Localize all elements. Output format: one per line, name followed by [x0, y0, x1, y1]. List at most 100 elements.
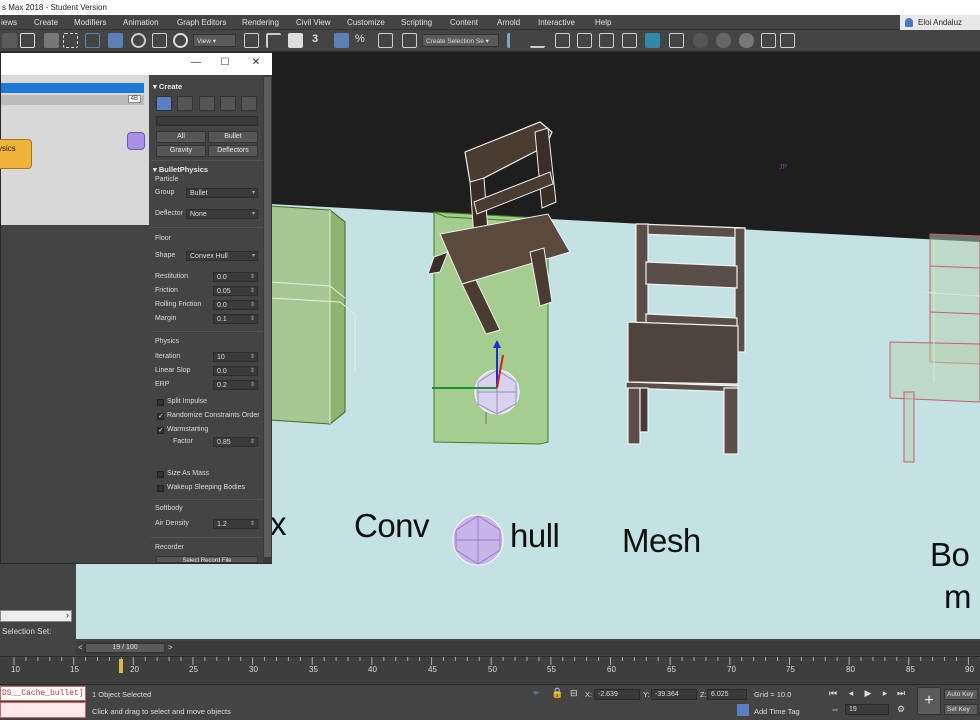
factor-spinner[interactable]: 0.85 ⇕ [213, 437, 258, 447]
placement-icon[interactable] [173, 33, 188, 48]
rotate-icon[interactable] [131, 33, 146, 48]
snap-3-icon[interactable]: 3 [312, 33, 327, 48]
bullet-button[interactable]: Bullet [208, 131, 258, 143]
z-coordinate-field[interactable]: 6.025 [707, 689, 747, 700]
user-account[interactable]: Eloi Andaluz [900, 15, 980, 30]
time-tag-icon[interactable] [737, 704, 749, 716]
select-object-icon[interactable] [20, 33, 35, 48]
add-time-tag[interactable]: Add Time Tag [754, 707, 800, 716]
erp-spinner[interactable]: 0.2 ⇕ [213, 380, 258, 390]
named-selection-dropdown[interactable]: Create Selection Se ▾ [422, 34, 499, 47]
select-manipulate-icon[interactable] [266, 33, 281, 48]
move-icon[interactable] [108, 33, 123, 48]
render-cloud-icon[interactable] [780, 33, 795, 48]
time-slider-thumb[interactable]: 19 / 100 [85, 643, 165, 653]
scene-explorer-collapse[interactable]: › [0, 610, 72, 622]
y-coordinate-field[interactable]: -39.364 [651, 689, 697, 700]
dialog-title-bar[interactable]: — ☐ ✕ [1, 53, 272, 75]
previous-frame-icon[interactable]: ◂ [845, 688, 857, 700]
maxscript-listener-output[interactable] [0, 702, 86, 718]
shape-dropdown[interactable]: Convex Hull ▾ [186, 251, 258, 261]
material-editor-icon[interactable] [669, 33, 684, 48]
go-to-end-icon[interactable]: ⏭ [895, 688, 907, 700]
render-iterative-icon[interactable] [761, 33, 776, 48]
menu-customize[interactable]: Customize [347, 18, 385, 27]
group-dropdown[interactable]: Bullet ▾ [186, 188, 258, 198]
undo-icon[interactable] [2, 33, 17, 48]
percent-snap-icon[interactable]: % [355, 33, 370, 48]
select-record-file-button[interactable]: Select Record File [156, 556, 258, 563]
scene-explorer-icon[interactable] [555, 33, 570, 48]
isolate-selection-icon[interactable]: ⌖ [533, 688, 539, 699]
physics-node[interactable]: ysics [0, 139, 32, 169]
play-icon[interactable]: ▶ [862, 688, 874, 700]
purple-node[interactable] [127, 132, 145, 150]
current-frame-field[interactable]: 19 [845, 704, 889, 715]
menu-create[interactable]: Create [34, 18, 58, 27]
linear-slop-spinner[interactable]: 0.0 ⇕ [213, 366, 258, 376]
key-mode-icon[interactable]: ⇔ [829, 704, 841, 716]
curve-editor-icon[interactable] [622, 33, 637, 48]
deflectors-button[interactable]: Deflectors [208, 145, 258, 157]
create-shapes-icon[interactable] [177, 96, 193, 111]
wakeup-checkbox[interactable] [157, 485, 164, 492]
split-impulse-checkbox[interactable] [157, 399, 164, 406]
rectangular-selection-icon[interactable] [63, 33, 78, 48]
menu-help[interactable]: Help [595, 18, 611, 27]
rendered-frame-icon[interactable] [716, 33, 731, 48]
menu-interactive[interactable]: Interactive [538, 18, 575, 27]
randomize-checkbox[interactable]: ✓ [157, 413, 164, 420]
menu-civil-view[interactable]: Civil View [296, 18, 331, 27]
selection-lock-icon[interactable]: 🔒 [551, 688, 563, 699]
menu-modifiers[interactable]: Modifiers [74, 18, 106, 27]
angle-snap-icon[interactable] [334, 33, 349, 48]
pivot-icon[interactable] [244, 33, 259, 48]
close-icon[interactable]: ✕ [251, 58, 261, 68]
scale-icon[interactable] [152, 33, 167, 48]
create-helpers-icon[interactable] [241, 96, 257, 111]
create-geometry-icon[interactable] [156, 96, 172, 111]
select-by-name-icon[interactable] [44, 33, 59, 48]
object-type-field[interactable] [156, 116, 258, 126]
margin-spinner[interactable]: 0.1 ⇕ [213, 314, 258, 324]
time-prev-button[interactable]: < [78, 643, 83, 652]
rolling-friction-spinner[interactable]: 0.0 ⇕ [213, 300, 258, 310]
air-density-spinner[interactable]: 1.2 ⇕ [213, 519, 258, 529]
menu-animation[interactable]: Animation [123, 18, 159, 27]
render-production-icon[interactable] [739, 33, 754, 48]
particle-view-canvas[interactable]: 4B ysics [0, 75, 149, 225]
schematic-view-icon[interactable] [645, 33, 660, 48]
edit-named-selection-icon[interactable] [402, 33, 417, 48]
menu-rendering[interactable]: Rendering [242, 18, 279, 27]
minimize-icon[interactable]: — [191, 58, 201, 68]
keyboard-shortcut-icon[interactable] [288, 33, 303, 48]
friction-spinner[interactable]: 0.05 ⇕ [213, 286, 258, 296]
set-key-button[interactable]: Set Key [944, 704, 978, 715]
create-rollout-header[interactable]: ▾ Create [153, 82, 263, 91]
layer-explorer-icon[interactable] [577, 33, 592, 48]
maximize-icon[interactable]: ☐ [220, 58, 230, 68]
next-frame-icon[interactable]: ▸ [879, 688, 891, 700]
menu-views[interactable]: iews [1, 18, 17, 27]
window-crossing-icon[interactable] [85, 33, 100, 48]
command-panel-scrollbar[interactable] [263, 75, 272, 563]
mirror-icon[interactable] [507, 33, 522, 48]
create-lights-icon[interactable] [199, 96, 215, 111]
create-cameras-icon[interactable] [220, 96, 236, 111]
warmstarting-checkbox[interactable]: ✓ [157, 427, 164, 434]
iteration-spinner[interactable]: 10 ⇕ [213, 352, 258, 362]
render-setup-icon[interactable] [693, 33, 708, 48]
restitution-spinner[interactable]: 0.0 ⇕ [213, 272, 258, 282]
menu-content[interactable]: Content [450, 18, 478, 27]
bulletphysics-rollout-header[interactable]: ▾ BulletPhysics [153, 165, 263, 174]
absolute-mode-icon[interactable]: ⊟ [570, 688, 578, 699]
size-as-mass-checkbox[interactable] [157, 471, 164, 478]
time-slider-track[interactable] [76, 641, 980, 655]
menu-graph-editors[interactable]: Graph Editors [177, 18, 226, 27]
deflector-dropdown[interactable]: None ▾ [186, 209, 258, 219]
x-coordinate-field[interactable]: -2.639 [594, 689, 640, 700]
scrollbar-thumb[interactable] [264, 77, 271, 557]
time-config-icon[interactable]: ⚙ [895, 704, 907, 716]
menu-arnold[interactable]: Arnold [497, 18, 520, 27]
time-next-button[interactable]: > [168, 643, 173, 652]
